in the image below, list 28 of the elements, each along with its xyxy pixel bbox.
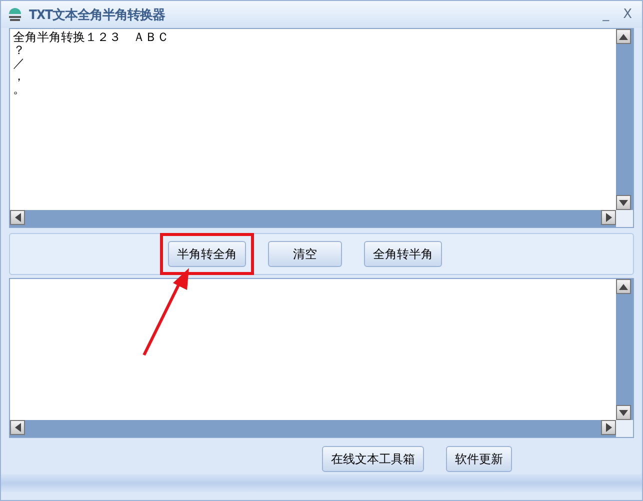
action-button[interactable]: 清空 (268, 241, 342, 267)
action-button[interactable]: 全角转半角 (364, 241, 442, 267)
scroll-right-icon[interactable] (601, 420, 616, 435)
scrollbar-corner (616, 420, 633, 437)
scroll-up-icon[interactable] (616, 29, 631, 44)
vertical-scrollbar[interactable] (616, 279, 633, 420)
scroll-down-icon[interactable] (616, 405, 631, 420)
app-icon (7, 8, 23, 22)
text-line: ／ (13, 57, 25, 70)
scroll-down-icon[interactable] (616, 195, 631, 210)
footer-button[interactable]: 在线文本工具箱 (322, 446, 424, 472)
footer-button[interactable]: 软件更新 (446, 446, 512, 472)
minimize-button[interactable]: _ (598, 7, 614, 22)
close-button[interactable]: X (619, 7, 636, 22)
scroll-left-icon[interactable] (10, 210, 25, 225)
scroll-up-icon[interactable] (616, 279, 631, 294)
action-button[interactable]: 半角转全角 (168, 241, 246, 267)
scroll-right-icon[interactable] (601, 210, 616, 225)
text-line: 。 (13, 83, 25, 96)
text-line: ， (13, 70, 25, 83)
horizontal-scrollbar[interactable] (10, 420, 616, 437)
window-title: TXT文本全角半角转换器 (29, 6, 166, 24)
scrollbar-corner (616, 210, 633, 227)
scroll-left-icon[interactable] (10, 420, 25, 435)
text-line: ？ (13, 44, 25, 57)
text-line: 全角半角转换１２３ ＡＢＣ (13, 31, 169, 44)
vertical-scrollbar[interactable] (616, 29, 633, 210)
horizontal-scrollbar[interactable] (10, 210, 616, 227)
